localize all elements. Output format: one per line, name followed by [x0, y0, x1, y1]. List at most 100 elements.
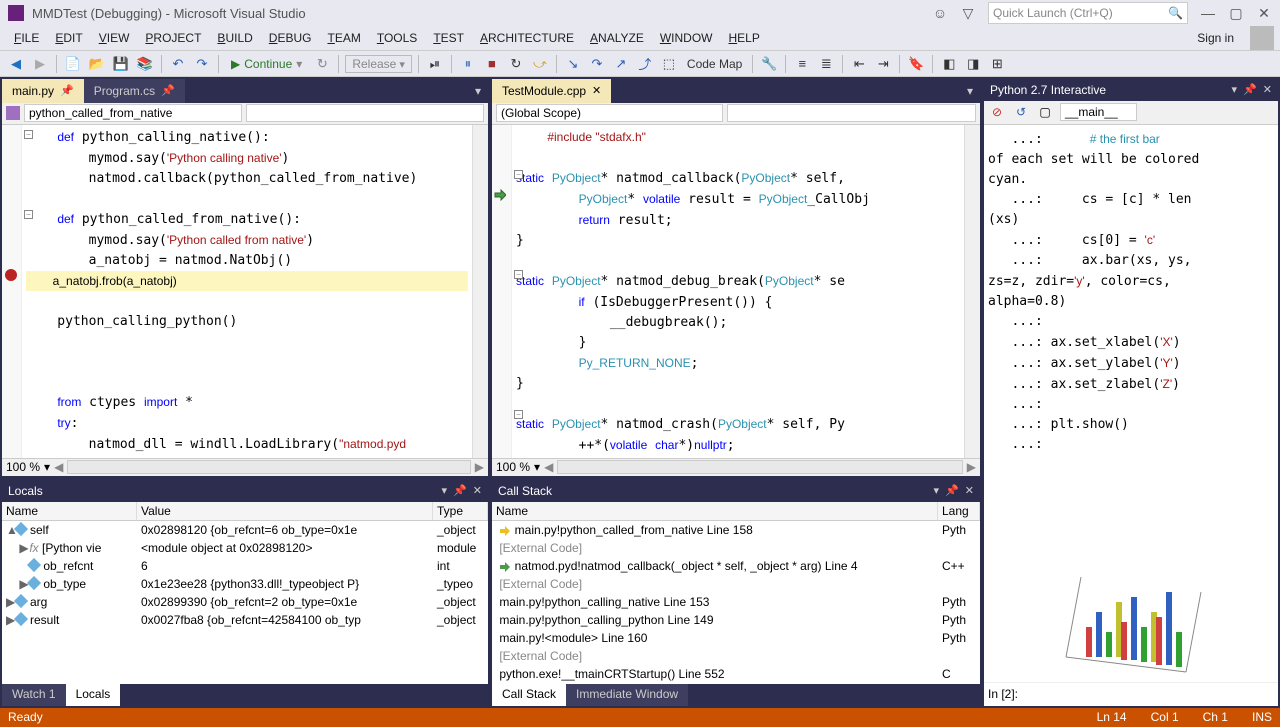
- step-out-button[interactable]: ↗: [611, 54, 631, 74]
- bottom-tab-Locals[interactable]: Locals: [66, 684, 121, 706]
- locals-row[interactable]: ▲self0x02898120 {ob_refcnt=6 ob_type=0x1…: [2, 521, 488, 539]
- scope-dropdown[interactable]: (Global Scope): [496, 104, 723, 122]
- vscroll-center[interactable]: [964, 125, 980, 458]
- cancel-icon[interactable]: ⊘: [988, 103, 1006, 121]
- bookmark-button[interactable]: 🔖: [906, 54, 926, 74]
- interactive-prompt[interactable]: In [2]:: [984, 682, 1278, 706]
- feedback-icon[interactable]: ☺: [932, 5, 948, 21]
- vscroll-left[interactable]: [472, 125, 488, 458]
- member-dropdown-2[interactable]: [246, 104, 484, 122]
- callstack-row[interactable]: [External Code]: [492, 539, 980, 557]
- bottom-tab-Call Stack[interactable]: Call Stack: [492, 684, 566, 706]
- close-icon[interactable]: ✕: [1263, 83, 1272, 96]
- menu-analyze[interactable]: ANALYZE: [582, 29, 652, 47]
- menu-edit[interactable]: EDIT: [47, 29, 90, 47]
- bottom-tab-Watch 1[interactable]: Watch 1: [2, 684, 66, 706]
- ext1-button[interactable]: ◧: [939, 54, 959, 74]
- gutter-left[interactable]: [2, 125, 22, 458]
- locals-row[interactable]: ▶arg0x02899390 {ob_refcnt=2 ob_type=0x1e…: [2, 593, 488, 611]
- codemap-button[interactable]: Code Map: [683, 56, 746, 72]
- callstack-row[interactable]: main.py!<module> Line 160Pyth: [492, 629, 980, 647]
- continue-button[interactable]: ▶Continue▾: [225, 55, 308, 73]
- menu-view[interactable]: VIEW: [91, 29, 138, 47]
- menu-debug[interactable]: DEBUG: [261, 29, 320, 47]
- tab-dropdown[interactable]: ▾: [468, 79, 488, 103]
- callstack-row[interactable]: main.py!python_called_from_native Line 1…: [492, 521, 980, 539]
- uncomment-button[interactable]: ≣: [816, 54, 836, 74]
- menu-window[interactable]: WINDOW: [652, 29, 721, 47]
- stop-button[interactable]: ■: [482, 54, 502, 74]
- hscroll-left[interactable]: [67, 460, 470, 474]
- pin-icon[interactable]: 📌: [945, 484, 959, 497]
- indent-button[interactable]: ⇥: [873, 54, 893, 74]
- quick-launch-input[interactable]: Quick Launch (Ctrl+Q)🔍: [988, 2, 1188, 24]
- hscroll-center[interactable]: [557, 460, 962, 474]
- show-next-button[interactable]: ⤻: [530, 54, 550, 74]
- tab-Program.cs[interactable]: Program.cs 📌: [84, 79, 185, 103]
- code-editor-center[interactable]: #include "stdafx.h" static PyObject* nat…: [512, 125, 964, 458]
- member-dropdown[interactable]: python_called_from_native: [24, 104, 242, 122]
- undo-button[interactable]: ↶: [168, 54, 188, 74]
- callstack-grid[interactable]: NameLang main.py!python_called_from_nati…: [492, 502, 980, 684]
- toolbox-icon[interactable]: 🔧: [759, 54, 779, 74]
- open-button[interactable]: 📂: [87, 54, 107, 74]
- restart-button[interactable]: ↻: [312, 54, 332, 74]
- locals-grid[interactable]: NameValueType ▲self0x02898120 {ob_refcnt…: [2, 502, 488, 684]
- callstack-row[interactable]: [External Code]: [492, 575, 980, 593]
- save-button[interactable]: 💾: [111, 54, 131, 74]
- maximize-button[interactable]: ▢: [1228, 5, 1244, 21]
- pin-icon[interactable]: 📌: [1243, 83, 1257, 96]
- pin-icon[interactable]: 📌: [453, 484, 467, 497]
- redo-button[interactable]: ↷: [192, 54, 212, 74]
- ext2-button[interactable]: ◨: [963, 54, 983, 74]
- menu-build[interactable]: BUILD: [209, 29, 260, 47]
- locals-row[interactable]: ▶result0x0027fba8 {ob_refcnt=42584100 ob…: [2, 611, 488, 629]
- menu-team[interactable]: TEAM: [319, 29, 368, 47]
- locals-row[interactable]: ob_refcnt6int: [2, 557, 488, 575]
- step-over-button[interactable]: ↷: [587, 54, 607, 74]
- config-dropdown[interactable]: Release ▾: [345, 55, 412, 73]
- menu-test[interactable]: TEST: [425, 29, 472, 47]
- panel-menu-icon[interactable]: ▾: [1232, 83, 1238, 96]
- menu-tools[interactable]: TOOLS: [369, 29, 425, 47]
- nav-forward-button[interactable]: ▶: [30, 54, 50, 74]
- zoom-center[interactable]: 100 %: [496, 460, 530, 474]
- close-icon[interactable]: ✕: [965, 484, 974, 497]
- locals-row[interactable]: ▶ob_type0x1e23ee28 {python33.dll!_typeob…: [2, 575, 488, 593]
- ext3-button[interactable]: ⊞: [987, 54, 1007, 74]
- callstack-row[interactable]: main.py!python_calling_python Line 149Py…: [492, 611, 980, 629]
- menu-file[interactable]: FILE: [6, 29, 47, 47]
- panel-menu-icon[interactable]: ▾: [934, 484, 940, 497]
- hex-icon[interactable]: ⬚: [659, 54, 679, 74]
- step-into-button[interactable]: ↘: [563, 54, 583, 74]
- new-project-button[interactable]: 📄: [63, 54, 83, 74]
- comment-button[interactable]: ≡: [792, 54, 812, 74]
- panel-menu-icon[interactable]: ▾: [442, 484, 448, 497]
- step-button[interactable]: ⤴: [635, 54, 655, 74]
- sign-in-link[interactable]: Sign in: [1189, 29, 1242, 47]
- tab-main.py[interactable]: main.py 📌: [2, 79, 84, 103]
- close-button[interactable]: ✕: [1256, 5, 1272, 21]
- zoom-left[interactable]: 100 %: [6, 460, 40, 474]
- callstack-row[interactable]: [External Code]: [492, 647, 980, 665]
- scope-select[interactable]: __main__: [1060, 103, 1137, 121]
- tab-TestModule.cpp[interactable]: TestModule.cpp ✕: [492, 79, 611, 103]
- notifications-icon[interactable]: ▽: [960, 5, 976, 21]
- locals-row[interactable]: ▶fx [Python vie<module object at 0x02898…: [2, 539, 488, 557]
- menu-architecture[interactable]: ARCHITECTURE: [472, 29, 582, 47]
- callstack-row[interactable]: python.exe!__tmainCRTStartup() Line 552C: [492, 665, 980, 683]
- gutter-center[interactable]: [492, 125, 512, 458]
- member-dropdown[interactable]: [727, 104, 976, 122]
- code-editor-left[interactable]: def python_calling_native(): mymod.say('…: [22, 125, 472, 458]
- close-icon[interactable]: ✕: [473, 484, 482, 497]
- break-all-button[interactable]: ⏯: [425, 54, 445, 74]
- save-all-button[interactable]: 📚: [135, 54, 155, 74]
- clear-icon[interactable]: ▢: [1036, 103, 1054, 121]
- nav-back-button[interactable]: ◀: [6, 54, 26, 74]
- refresh-button[interactable]: ↻: [506, 54, 526, 74]
- callstack-row[interactable]: main.py!python_calling_native Line 153Py…: [492, 593, 980, 611]
- bottom-tab-Immediate Window[interactable]: Immediate Window: [566, 684, 688, 706]
- minimize-button[interactable]: —: [1200, 5, 1216, 21]
- callstack-row[interactable]: natmod.pyd!natmod_callback(_object * sel…: [492, 557, 980, 575]
- outdent-button[interactable]: ⇤: [849, 54, 869, 74]
